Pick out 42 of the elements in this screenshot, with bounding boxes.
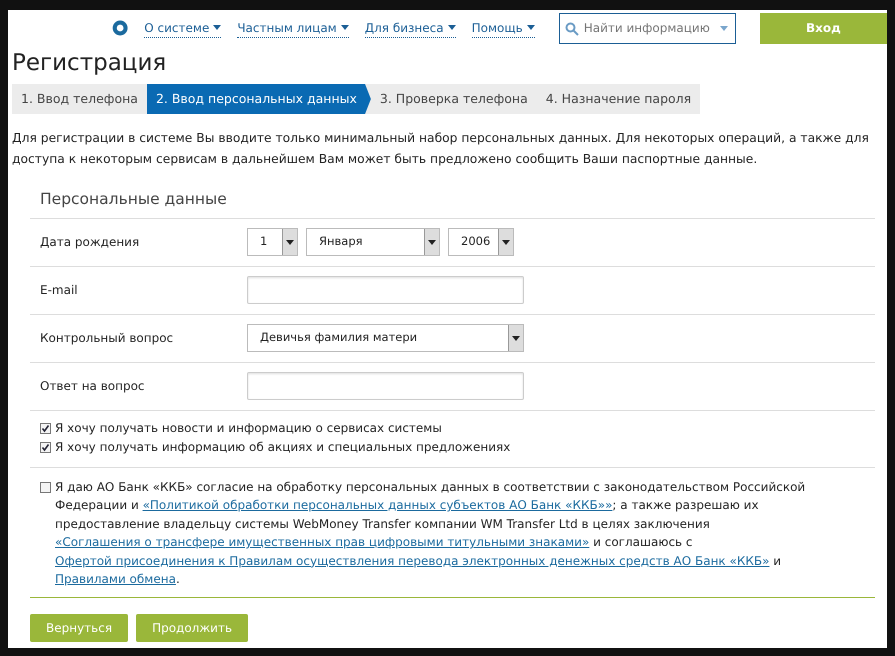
day-select[interactable]: 1 <box>247 228 298 256</box>
search-icon <box>564 22 579 36</box>
step-tab[interactable]: 3. Проверка телефона <box>370 84 537 114</box>
consent-link[interactable]: Офертой присоединения к Правилам осуществления перевода электронных денежных средств АО Банк «ККБ» <box>55 554 770 568</box>
input-field[interactable] <box>247 372 524 400</box>
year-select[interactable]: 2006 <box>448 228 514 256</box>
intro-text: Для регистрации в системе Вы вводите только минимальный набор персональных данных. Для некоторых операций, а также для доступа к некоторым сервисам в дальнейшем Вам может быть предложено сообщить Ваши паспортные данные. <box>12 130 870 168</box>
caret-icon <box>512 336 520 341</box>
checkbox-label: Я хочу получать информацию об акциях и специальных предложениях <box>55 438 510 456</box>
caret-icon <box>526 25 535 30</box>
caret-icon <box>720 26 728 30</box>
caret-icon <box>213 25 222 30</box>
step-tab[interactable]: 2. Ввод персональных данных <box>146 84 371 114</box>
consent-link[interactable]: Правилами обмена <box>55 572 176 586</box>
caret-icon <box>340 25 349 30</box>
field-label: Дата рождения <box>40 234 140 252</box>
step-tab[interactable]: 1. Ввод телефона <box>12 84 147 114</box>
section-title: Персональные данные <box>30 178 875 219</box>
caret-icon <box>428 240 436 245</box>
checkbox[interactable] <box>40 482 51 493</box>
nav-link[interactable]: Для бизнеса <box>364 18 456 38</box>
consent-text: Я даю АО Банк «ККБ» согласие на обработку персональных данных в соответствии с законодательством Российской Федерации и «Политикой обработки персональных данных субъектов АО Банк «ККБ»»; а также разрешаю их предоставление владельцу системы WebMoney Transfer компании WM Transfer Ltd в целях заключения «Соглашения о трансфере имущественных прав цифровыми титульными знаками» и соглашаюсь с Офертой присоединения к Правилам осуществления перевода электронных денежных средств АО Банк «ККБ» и Правилами обмена. <box>55 478 806 588</box>
caret-icon <box>286 240 294 245</box>
consent-link[interactable]: «Соглашения о трансфере имущественных прав цифровыми титульными знаками» <box>55 535 590 550</box>
checkbox-label: Я хочу получать новости и информацию о сервисах системы <box>55 420 442 437</box>
month-select[interactable]: Января <box>306 228 440 256</box>
checkbox[interactable] <box>40 422 51 434</box>
nav-link[interactable]: Помощь <box>472 18 535 38</box>
field-label: Ответ на вопрос <box>40 378 146 396</box>
search-field[interactable]: Найти информацию <box>558 12 736 44</box>
input-field[interactable] <box>247 276 524 304</box>
step-tab[interactable]: 4. Назначение пароля <box>536 84 700 114</box>
nav-link[interactable]: Частным лицам <box>237 18 349 38</box>
consent-link[interactable]: «Политикой обработки персональных данных субъектов АО Банк «ККБ»» <box>142 498 612 512</box>
caret-icon <box>502 240 510 245</box>
caret-icon <box>448 25 456 30</box>
page-title: Регистрация <box>12 50 168 78</box>
field-label: E-mail <box>40 282 79 300</box>
nav-link[interactable]: О системе <box>144 18 222 38</box>
field-label: Контрольный вопрос <box>40 330 174 348</box>
checkbox[interactable] <box>40 442 51 453</box>
question-select[interactable]: Девичья фамилия матери <box>247 324 524 352</box>
